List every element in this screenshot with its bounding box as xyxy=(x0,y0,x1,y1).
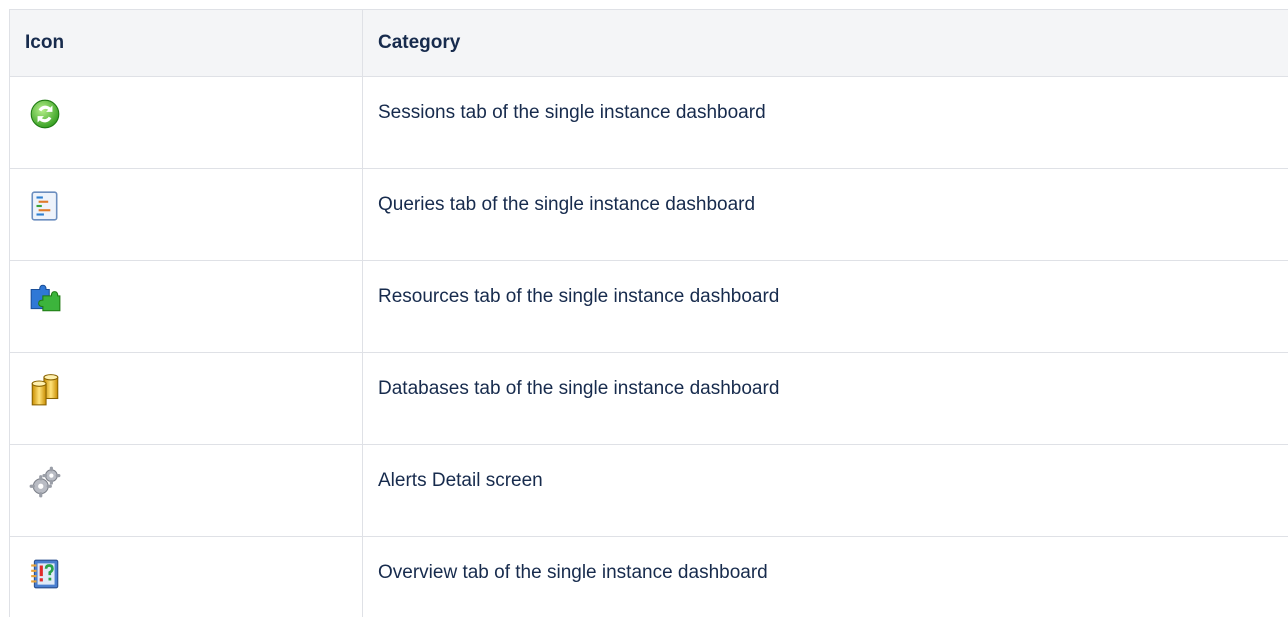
category-cell: Databases tab of the single instance das… xyxy=(362,352,1288,445)
alerts-gears-icon xyxy=(28,465,62,499)
icon-column-header: Icon xyxy=(9,9,363,77)
icon-cell xyxy=(9,168,363,261)
table-row: Resources tab of the single instance das… xyxy=(9,260,1288,353)
table-header-row: Icon Category xyxy=(9,9,1288,77)
category-column-header: Category xyxy=(362,9,1288,77)
databases-cylinder-icon xyxy=(28,373,62,407)
table-row: Overview tab of the single instance dash… xyxy=(9,536,1288,617)
table-row: Queries tab of the single instance dashb… xyxy=(9,168,1288,261)
resources-puzzle-icon xyxy=(28,281,62,315)
category-cell: Sessions tab of the single instance dash… xyxy=(362,76,1288,169)
icon-cell xyxy=(9,260,363,353)
table-row: Alerts Detail screen xyxy=(9,444,1288,537)
table-row: Sessions tab of the single instance dash… xyxy=(9,76,1288,169)
category-cell: Queries tab of the single instance dashb… xyxy=(362,168,1288,261)
queries-document-icon xyxy=(28,189,62,223)
icon-category-table-wrapper: Icon Category Sessions tab of the single… xyxy=(9,9,1288,617)
icon-cell xyxy=(9,536,363,617)
overview-notebook-icon xyxy=(28,557,62,591)
table-row: Databases tab of the single instance das… xyxy=(9,352,1288,445)
category-cell: Overview tab of the single instance dash… xyxy=(362,536,1288,617)
icon-category-table: Icon Category Sessions tab of the single… xyxy=(9,9,1288,617)
icon-cell xyxy=(9,444,363,537)
icon-cell xyxy=(9,352,363,445)
category-cell: Resources tab of the single instance das… xyxy=(362,260,1288,353)
sessions-recycle-icon xyxy=(28,97,62,131)
icon-cell xyxy=(9,76,363,169)
category-cell: Alerts Detail screen xyxy=(362,444,1288,537)
